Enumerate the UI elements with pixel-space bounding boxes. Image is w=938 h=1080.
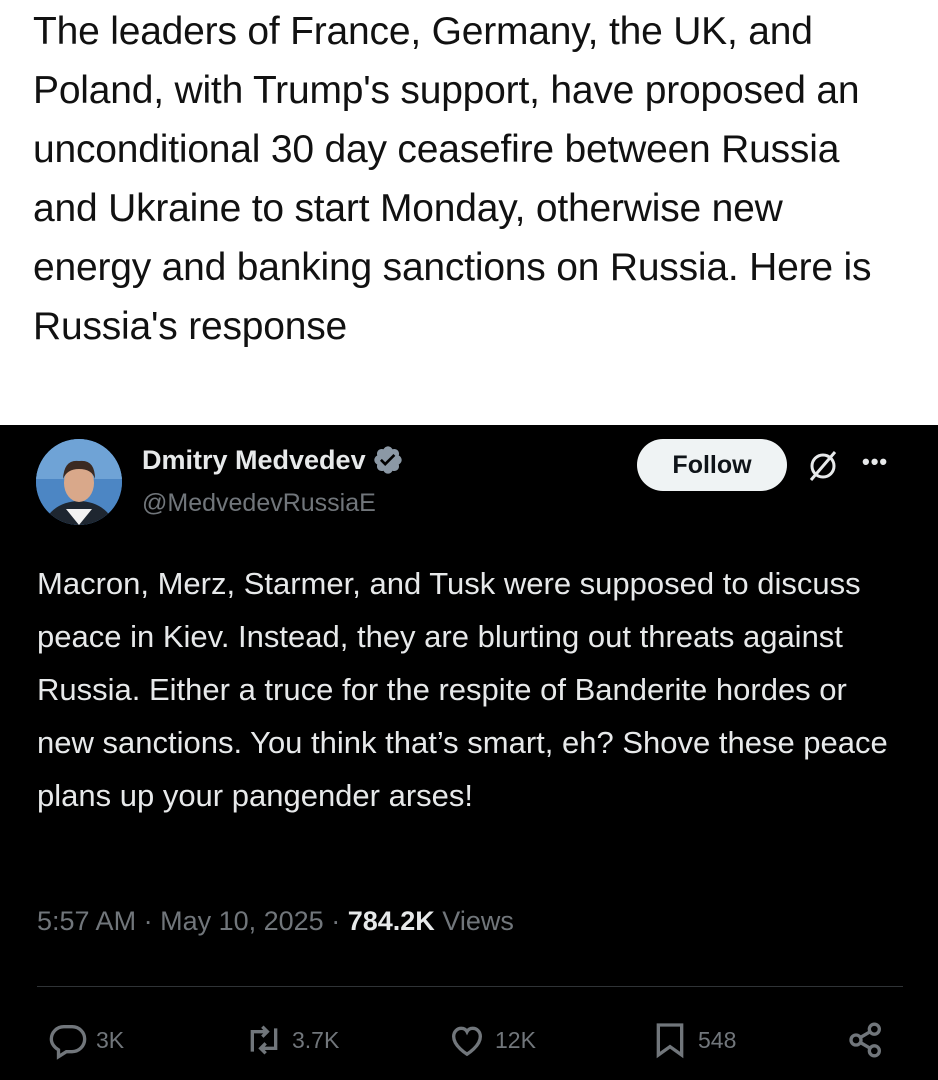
share-icon <box>849 1022 881 1058</box>
repost-button[interactable]: 3.7K <box>244 1018 339 1062</box>
grok-icon[interactable] <box>803 446 843 486</box>
caption-text: The leaders of France, Germany, the UK, … <box>33 10 872 348</box>
follow-button[interactable]: Follow <box>637 439 787 491</box>
like-icon <box>451 1026 483 1057</box>
reply-button[interactable]: 3K <box>48 1018 124 1062</box>
avatar[interactable] <box>36 439 122 525</box>
meta-separator: · <box>331 906 348 936</box>
tweet-date[interactable]: May 10, 2025 <box>160 906 324 936</box>
repost-icon <box>250 1025 278 1055</box>
avatar-image <box>36 439 122 525</box>
reply-count: 3K <box>96 1026 125 1053</box>
post-caption: The leaders of France, Germany, the UK, … <box>0 0 938 425</box>
share-button[interactable] <box>846 1018 894 1062</box>
divider <box>37 986 903 987</box>
reply-icon <box>49 1025 87 1060</box>
author-name-text[interactable]: Dmitry Medvedev <box>142 445 366 476</box>
tweet-body: Macron, Merz, Starmer, and Tusk were sup… <box>37 566 888 813</box>
author-handle[interactable]: @MedvedevRussiaE <box>142 489 376 518</box>
views-count: 784.2K <box>347 906 435 936</box>
repost-count: 3.7K <box>292 1026 340 1053</box>
bookmark-button[interactable]: 548 <box>650 1018 736 1062</box>
bookmark-icon <box>656 1023 684 1059</box>
verified-badge-icon <box>373 446 402 474</box>
tweet-meta: 5:57 AM · May 10, 2025 · 784.2K Views <box>37 906 514 937</box>
views-label: Views <box>442 906 514 936</box>
more-icon[interactable]: ••• <box>862 447 902 477</box>
like-button[interactable]: 12K <box>447 1018 536 1062</box>
tweet-time[interactable]: 5:57 AM <box>37 906 136 936</box>
like-count: 12K <box>495 1026 536 1053</box>
author-name[interactable]: Dmitry Medvedev <box>142 444 404 476</box>
bookmark-count: 548 <box>698 1026 737 1053</box>
meta-separator: · <box>143 906 161 936</box>
